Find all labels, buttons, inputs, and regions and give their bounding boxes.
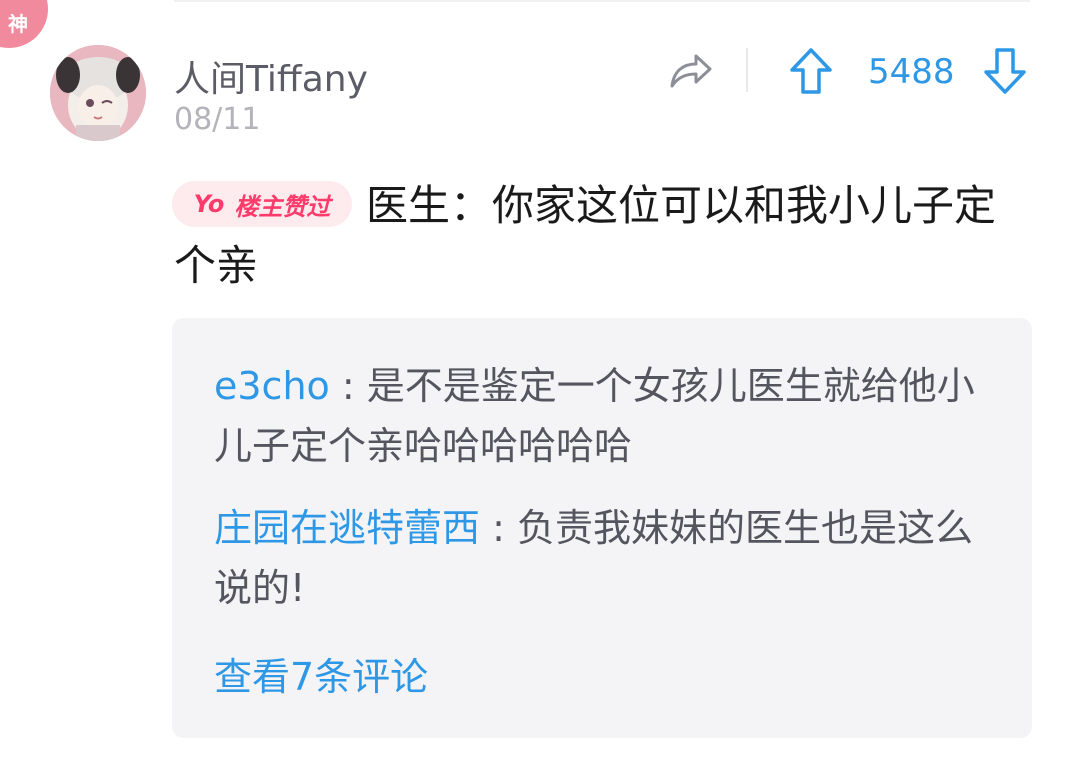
reply-author[interactable]: 庄园在逃特蕾西	[214, 506, 480, 550]
reply-item[interactable]: 庄园在逃特蕾西 : 负责我妹妹的医生也是这么说的!	[214, 498, 984, 618]
top-divider	[174, 0, 1030, 2]
post-date: 08/11	[174, 102, 261, 137]
reply-item[interactable]: e3cho : 是不是鉴定一个女孩儿医生就给他小儿子定个亲哈哈哈哈哈哈	[214, 356, 984, 476]
arrow-down-icon	[984, 48, 1026, 94]
share-button[interactable]	[664, 48, 714, 94]
god-comment-badge: 神	[0, 0, 48, 48]
avatar-image	[50, 45, 146, 141]
action-divider	[746, 48, 748, 92]
reply-author[interactable]: e3cho	[214, 364, 330, 408]
upvote-button[interactable]	[788, 46, 834, 96]
reply-list[interactable]: e3cho : 是不是鉴定一个女孩儿医生就给他小儿子定个亲哈哈哈哈哈哈 庄园在逃…	[172, 318, 1032, 738]
god-badge-label: 神	[8, 12, 28, 36]
view-more-comments-link[interactable]: 查看7条评论	[214, 646, 428, 701]
username[interactable]: 人间Tiffany	[174, 50, 368, 102]
avatar[interactable]	[50, 45, 146, 141]
reply-separator: :	[329, 364, 367, 408]
comment-content: 医生：你家这位可以和我小儿子定个亲	[174, 181, 997, 290]
reply-separator: :	[480, 506, 517, 550]
arrow-up-icon	[790, 48, 832, 94]
downvote-button[interactable]	[982, 46, 1028, 96]
share-icon	[670, 54, 712, 88]
vote-count: 5488	[868, 52, 955, 92]
